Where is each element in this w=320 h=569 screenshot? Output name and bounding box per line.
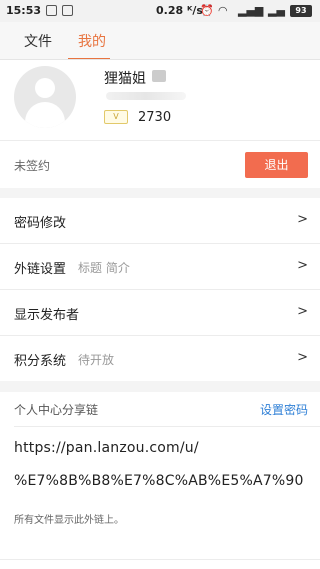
sign-status: 未签约	[14, 159, 51, 173]
bottom-divider	[0, 559, 320, 560]
menu-item-outlink[interactable]: 外链设置 标题 简介 >	[0, 244, 320, 289]
menu-item-label: 外链设置	[14, 262, 67, 277]
menu-item-subtext: 待开放	[78, 353, 115, 367]
share-link-line-1[interactable]: https://pan.lanzou.com/u/	[14, 440, 199, 456]
menu-item-subtext: 标题 简介	[78, 261, 130, 275]
menu-item-show-publisher[interactable]: 显示发布者 >	[0, 290, 320, 335]
menu-item-label: 密码修改	[14, 216, 67, 231]
tab-mine[interactable]: 我的	[78, 31, 106, 51]
chevron-right-icon: >	[297, 304, 308, 319]
section-gap	[0, 381, 320, 392]
username: 狸猫姐	[104, 71, 146, 87]
points-value: 2730	[138, 110, 172, 125]
chevron-right-icon: >	[297, 212, 308, 227]
wifi-icon: ◠	[218, 4, 228, 17]
menu-item-label: 积分系统	[14, 354, 67, 369]
signal-icon: ▂▄▆	[238, 4, 264, 17]
network-speed: 0.28 ᴷ/s	[156, 4, 203, 17]
notification-icon	[46, 5, 57, 16]
chevron-right-icon: >	[297, 350, 308, 365]
avatar-head-shape	[35, 78, 55, 98]
alarm-icon: ⏰	[200, 4, 214, 17]
menu-item-password[interactable]: 密码修改 >	[0, 198, 320, 243]
menu-item-label: 显示发布者	[14, 308, 80, 323]
logout-button[interactable]: 退出	[245, 152, 308, 178]
status-bar: 15:53 0.28 ᴷ/s ⏰ ◠ ▂▄▆ ▂▄ 93	[0, 0, 320, 22]
app-notification-icon	[62, 5, 73, 16]
signal-2-icon: ▂▄	[268, 4, 285, 17]
share-link-line-2[interactable]: %E7%8B%B8%E7%8C%AB%E5%A7%90	[14, 473, 304, 489]
top-tabs: 文件 我的	[0, 22, 320, 60]
share-link-title: 个人中心分享链	[14, 403, 99, 417]
section-gap	[0, 188, 320, 198]
share-note: 所有文件显示此外链上。	[14, 515, 124, 526]
level-badge: V	[104, 110, 128, 124]
avatar-body-shape	[25, 102, 65, 128]
divider	[14, 426, 320, 427]
menu-item-points-system[interactable]: 积分系统 待开放 >	[0, 336, 320, 381]
tab-files[interactable]: 文件	[24, 31, 52, 51]
blurred-info	[106, 92, 186, 100]
set-password-link[interactable]: 设置密码	[260, 401, 308, 418]
status-time: 15:53	[6, 4, 42, 17]
tab-divider	[0, 59, 320, 60]
edit-icon[interactable]	[152, 70, 166, 82]
battery-icon: 93	[290, 5, 312, 17]
divider	[0, 140, 320, 141]
avatar[interactable]	[14, 66, 76, 128]
chevron-right-icon: >	[297, 258, 308, 273]
